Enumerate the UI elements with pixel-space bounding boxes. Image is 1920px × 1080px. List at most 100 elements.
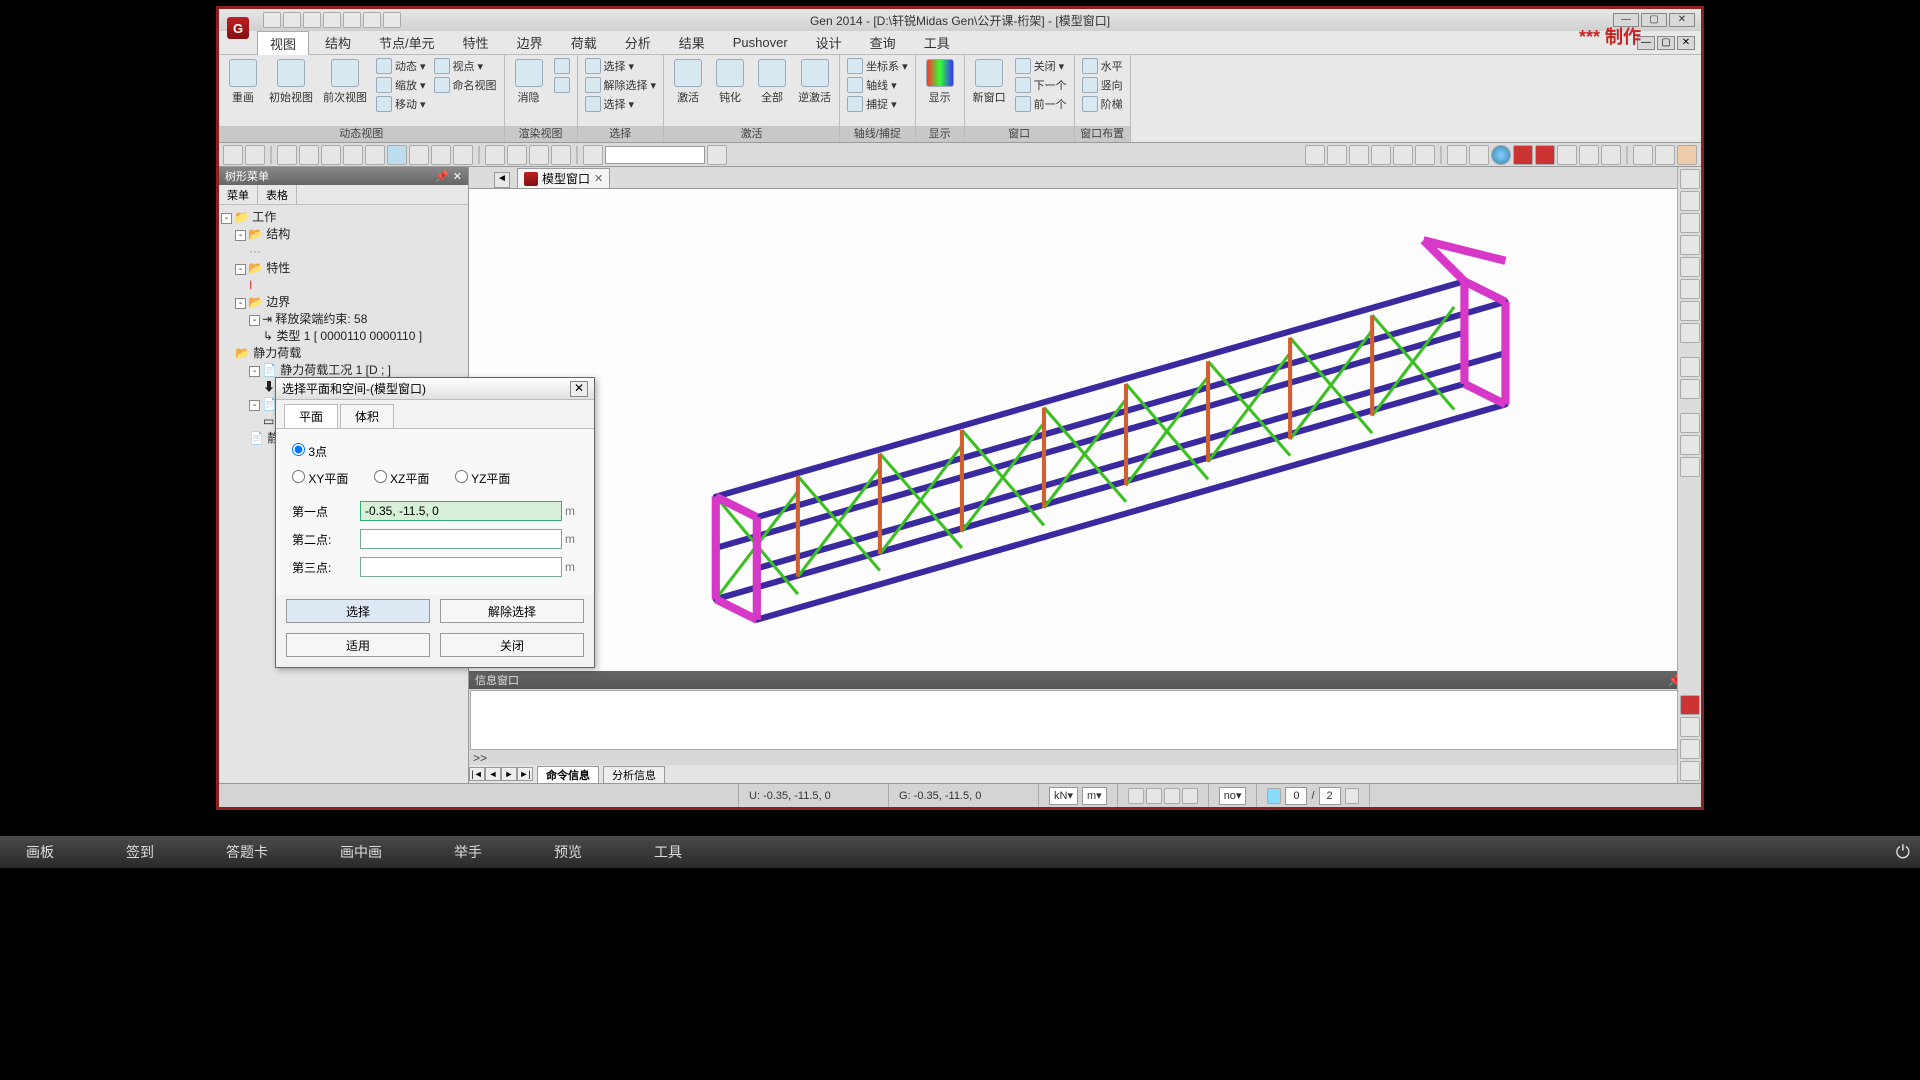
rt-misc1-icon[interactable] <box>1680 717 1700 737</box>
info-nav-prev[interactable]: ◄ <box>485 767 501 781</box>
initial-view-button[interactable]: 初始视图 <box>265 57 317 107</box>
cascade-button[interactable]: 阶梯 <box>1079 95 1126 113</box>
command-prompt[interactable]: >> <box>469 751 1701 765</box>
dynamic-view-button[interactable]: 动态 ▾ <box>373 57 429 75</box>
tb-red2[interactable] <box>1535 145 1555 165</box>
ucs-button[interactable]: 坐标系 ▾ <box>844 57 911 75</box>
tb-sel6[interactable] <box>387 145 407 165</box>
tb-r13[interactable] <box>1655 145 1675 165</box>
sb-b1[interactable] <box>1128 788 1144 804</box>
tb-cursor[interactable] <box>583 145 603 165</box>
next-window-button[interactable]: 下一个 <box>1012 76 1070 94</box>
rt-side-icon[interactable] <box>1680 235 1700 255</box>
dialog-close-button[interactable]: ✕ <box>570 381 588 397</box>
dialog-close-button2[interactable]: 关闭 <box>440 633 584 657</box>
grid-button[interactable]: 轴线 ▾ <box>844 76 911 94</box>
tree-tab-menu[interactable]: 菜单 <box>219 185 258 204</box>
rt-red-icon[interactable] <box>1680 695 1700 715</box>
close-window-button[interactable]: 关闭 ▾ <box>1012 57 1070 75</box>
undo-button[interactable] <box>223 145 243 165</box>
prev-view-button[interactable]: 前次视图 <box>319 57 371 107</box>
menu-result[interactable]: 结果 <box>667 31 717 54</box>
qat-save-icon[interactable] <box>303 12 321 28</box>
tb-r12[interactable] <box>1633 145 1653 165</box>
dialog-select-button[interactable]: 选择 <box>286 599 430 623</box>
rt-pan-icon[interactable] <box>1680 357 1700 377</box>
tb-sel1[interactable] <box>277 145 297 165</box>
prev-window-button[interactable]: 前一个 <box>1012 95 1070 113</box>
info-nav-first[interactable]: |◄ <box>469 767 485 781</box>
rt-x-icon[interactable] <box>1680 413 1700 433</box>
point3-input[interactable] <box>360 557 562 577</box>
inactivate-button[interactable]: 钝化 <box>710 57 750 107</box>
doctab-close-icon[interactable]: ✕ <box>594 172 603 185</box>
radio-3pt[interactable]: 3点 <box>292 445 327 459</box>
zoom-button[interactable]: 缩放 ▾ <box>373 76 429 94</box>
rt-misc3-icon[interactable] <box>1680 761 1700 781</box>
select-button[interactable]: 选择 ▾ <box>582 57 660 75</box>
page-next[interactable] <box>1345 788 1359 804</box>
tb-r10[interactable] <box>1579 145 1599 165</box>
menu-tool[interactable]: 工具 <box>912 31 962 54</box>
tile-h-button[interactable]: 水平 <box>1079 57 1126 75</box>
sb-b3[interactable] <box>1164 788 1180 804</box>
point1-input[interactable] <box>360 501 562 521</box>
menu-property[interactable]: 特性 <box>451 31 501 54</box>
tb-lock[interactable] <box>1677 145 1697 165</box>
new-window-button[interactable]: 新窗口 <box>969 57 1010 107</box>
render-opt1[interactable] <box>551 57 573 75</box>
pin-icon[interactable]: 📌 <box>435 170 449 183</box>
unselect-button[interactable]: 解除选择 ▾ <box>582 76 660 94</box>
render-opt2[interactable] <box>551 76 573 94</box>
vc-tools[interactable]: 工具 <box>638 838 698 866</box>
info-tab-analysis[interactable]: 分析信息 <box>603 766 665 783</box>
qat-preview-icon[interactable] <box>363 12 381 28</box>
dialog-titlebar[interactable]: 选择平面和空间-(模型窗口) ✕ <box>276 378 594 400</box>
point2-input[interactable] <box>360 529 562 549</box>
dialog-apply-button[interactable]: 适用 <box>286 633 430 657</box>
menu-view[interactable]: 视图 <box>257 31 309 55</box>
menu-pushover[interactable]: Pushover <box>721 33 800 52</box>
page-prev[interactable] <box>1267 788 1281 804</box>
rt-front-icon[interactable] <box>1680 191 1700 211</box>
vc-raise[interactable]: 举手 <box>438 838 498 866</box>
dialog-tab-volume[interactable]: 体积 <box>340 404 394 428</box>
menu-query[interactable]: 查询 <box>858 31 908 54</box>
tb-r4[interactable] <box>1371 145 1391 165</box>
tb-r8[interactable] <box>1469 145 1489 165</box>
tb-a3[interactable] <box>529 145 549 165</box>
model-viewport[interactable]: ↖ <box>469 189 1701 671</box>
snap-combo[interactable]: no ▾ <box>1219 787 1247 805</box>
viewpoint-button[interactable]: 视点 ▾ <box>431 57 500 75</box>
tb-a1[interactable] <box>485 145 505 165</box>
menu-design[interactable]: 设计 <box>804 31 854 54</box>
tb-sel5[interactable] <box>365 145 385 165</box>
activate-button[interactable]: 激活 <box>668 57 708 107</box>
vc-preview[interactable]: 预览 <box>538 838 598 866</box>
snap-button[interactable]: 捕捉 ▾ <box>844 95 911 113</box>
pan-button[interactable]: 移动 ▾ <box>373 95 429 113</box>
tb-globe[interactable] <box>1491 145 1511 165</box>
rt-zoomin-icon[interactable] <box>1680 279 1700 299</box>
tb-sel4[interactable] <box>343 145 363 165</box>
tb-a4[interactable] <box>551 145 571 165</box>
qat-open-icon[interactable] <box>283 12 301 28</box>
vc-board[interactable]: 画板 <box>10 838 70 866</box>
inverse-button[interactable]: 逆激活 <box>794 57 835 107</box>
doctab-model[interactable]: 模型窗口 ✕ <box>517 168 610 188</box>
tb-red1[interactable] <box>1513 145 1533 165</box>
tb-nav3[interactable] <box>453 145 473 165</box>
rt-top-icon[interactable] <box>1680 213 1700 233</box>
unit-len-combo[interactable]: m ▾ <box>1082 787 1107 805</box>
tb-r7[interactable] <box>1447 145 1467 165</box>
tb-nav1[interactable] <box>409 145 429 165</box>
tree-tab-table[interactable]: 表格 <box>258 185 297 204</box>
menu-load[interactable]: 荷载 <box>559 31 609 54</box>
vc-signin[interactable]: 签到 <box>110 838 170 866</box>
unit-force-combo[interactable]: kN ▾ <box>1049 787 1078 805</box>
qat-print-icon[interactable] <box>343 12 361 28</box>
info-output[interactable] <box>470 690 1700 750</box>
rt-iso-icon[interactable] <box>1680 169 1700 189</box>
tb-r9[interactable] <box>1557 145 1577 165</box>
sb-b2[interactable] <box>1146 788 1162 804</box>
